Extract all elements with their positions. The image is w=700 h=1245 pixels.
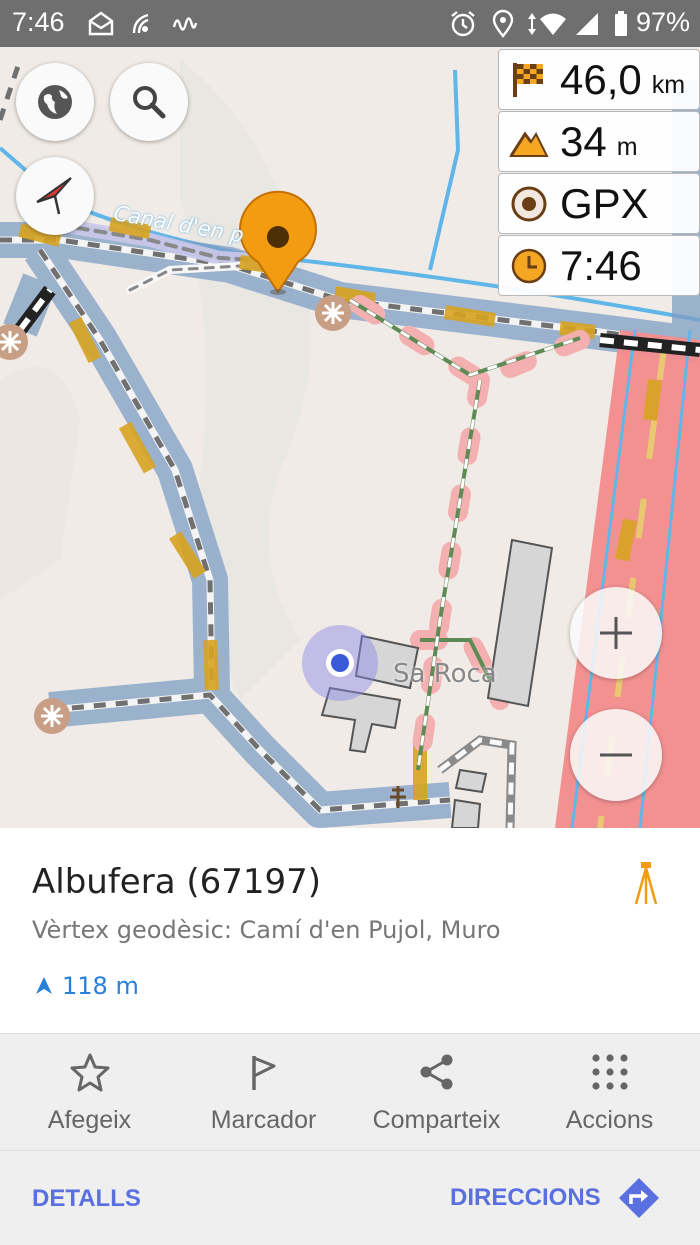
location-icon [492, 9, 514, 38]
distance-unit: km [651, 71, 686, 99]
time-value: 7:46 [560, 241, 642, 289]
star-icon [70, 1053, 110, 1092]
cell-signal-icon [576, 13, 598, 35]
altitude-value: 34 [560, 117, 607, 165]
compass-icon [36, 177, 72, 215]
bottom-bar: DETALLS DIRECCIONS [0, 1150, 700, 1245]
action-label: Accions [565, 1106, 654, 1134]
altitude-unit: m [616, 133, 638, 161]
map-layers-button[interactable] [16, 63, 94, 141]
action-bar: Afegeix Marcador Comparteix Accions [0, 1033, 700, 1151]
dots-grid-icon [592, 1054, 628, 1090]
wifi-icon [540, 13, 566, 35]
place-title: Albufera (67197) [32, 862, 322, 902]
action-add-favorite[interactable]: Afegeix [2, 1034, 177, 1151]
place-distance: 118 m [62, 972, 139, 1000]
altitude-widget[interactable]: 34 m [498, 111, 700, 172]
distance-row: 118 m [34, 970, 139, 1002]
tripod-survey-icon [634, 862, 658, 905]
status-time: 7:46 [12, 7, 65, 37]
gpx-record-icon [511, 186, 547, 221]
share-icon [420, 1054, 453, 1090]
details-button[interactable]: DETALLS [32, 1185, 141, 1213]
action-label: Afegeix [47, 1106, 132, 1134]
place-subtitle: Vèrtex geodèsic: Camí d'en Pujol, Muro [32, 916, 501, 944]
time-widget[interactable]: 7:46 [498, 235, 700, 296]
battery-percent: 97% [635, 7, 690, 37]
direction-arrow-icon [36, 977, 52, 994]
directions-icon [618, 1178, 659, 1218]
distance-widget[interactable]: 46,0 km [498, 49, 700, 110]
altitude-mountain-icon [509, 130, 549, 157]
minus-icon [600, 753, 632, 757]
compass-button[interactable] [16, 157, 94, 235]
zoom-in-button[interactable] [570, 587, 662, 679]
plus-icon [600, 617, 632, 649]
directions-button[interactable]: DIRECCIONS [450, 1173, 661, 1223]
search-icon [133, 86, 166, 119]
action-marker[interactable]: Marcador [176, 1034, 351, 1151]
signal-wave-icon [172, 17, 198, 31]
directions-label: DIRECCIONS [450, 1184, 601, 1211]
battery-icon [615, 11, 627, 36]
distance-value: 46,0 [560, 55, 642, 103]
zoom-out-button[interactable] [570, 709, 662, 801]
alarm-icon [451, 11, 475, 37]
wifi-calling-icon [132, 13, 149, 34]
globe-icon [38, 85, 72, 119]
flag-icon [252, 1056, 276, 1090]
action-more[interactable]: Accions [522, 1034, 697, 1151]
map-view[interactable]: Canal d'en p Sa Roca 46,0 km 34 m GPX 7:… [0, 47, 700, 828]
action-share[interactable]: Comparteix [349, 1034, 524, 1151]
action-label: Comparteix [372, 1106, 501, 1134]
search-button[interactable] [110, 63, 188, 141]
status-bar: 7:46 97% [0, 0, 700, 47]
place-label-sa-roca: Sa Roca [393, 659, 497, 689]
gpx-widget[interactable]: GPX [498, 173, 700, 234]
action-label: Marcador [210, 1106, 317, 1134]
mail-icon [88, 11, 114, 36]
checkered-flag-icon [513, 62, 543, 97]
gpx-value: GPX [560, 179, 649, 227]
clock-icon [511, 248, 547, 283]
